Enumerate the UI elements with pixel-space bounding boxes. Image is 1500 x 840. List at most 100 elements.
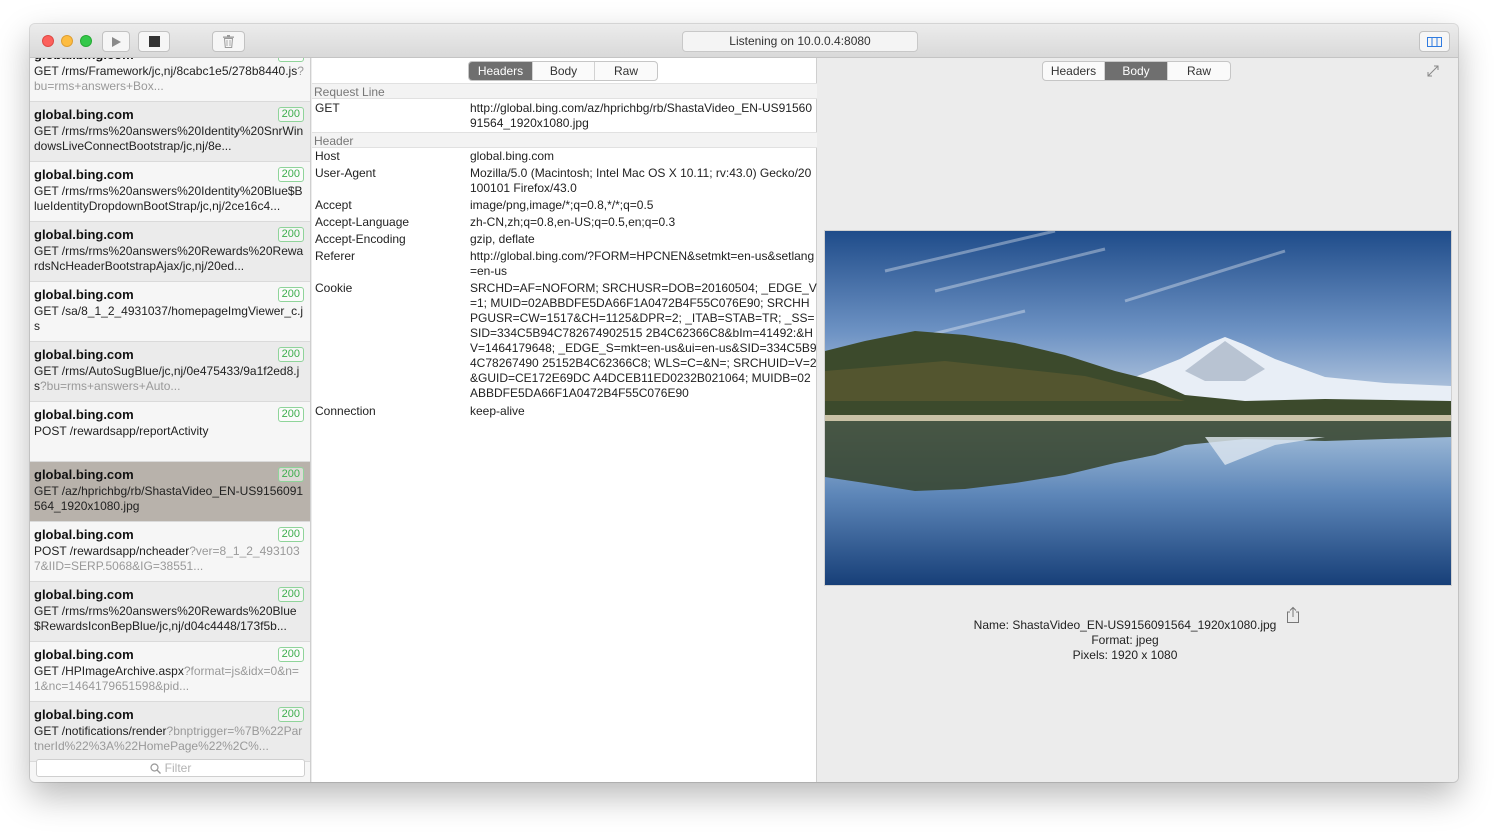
close-window-button[interactable] — [42, 35, 54, 47]
filter-input[interactable]: Filter — [36, 759, 305, 777]
app-window: Listening on 10.0.0.4:8080 global.bing.c… — [30, 24, 1458, 782]
status-badge: 200 — [277, 227, 304, 242]
status-badge: 200 — [277, 407, 304, 422]
layout-icon — [1427, 36, 1442, 47]
request-path-main: GET /rms/Framework/jc,nj/8cabc1e5/278b84… — [34, 64, 298, 78]
header-key: Connection — [315, 404, 376, 418]
request-path: GET /az/hprichbg/rb/ShastaVideo_EN-US915… — [34, 484, 305, 514]
request-path: GET /HPImageArchive.aspx?format=js&idx=0… — [34, 664, 305, 694]
request-host: global.bing.com — [34, 227, 134, 242]
request-list-item[interactable]: global.bing.com 200 GET /rms/rms%20answers… — [30, 582, 310, 642]
status-badge: 200 — [277, 527, 304, 542]
header-key: Accept-Encoding — [315, 232, 406, 246]
request-list-item[interactable]: global.bing.com 200 GET /notifications/ren… — [30, 702, 310, 762]
request-list: global.bing.com 200 GET /rms/Framework/jc,… — [30, 58, 310, 762]
header-value: http://global.bing.com/?FORM=HPCNEN&setm… — [470, 249, 815, 278]
header-key: Cookie — [315, 281, 353, 295]
request-path: POST /rewardsapp/ncheader?ver=8_1_2_4931… — [34, 544, 305, 574]
header-value: gzip, deflate — [470, 232, 535, 246]
tab-response-raw[interactable]: Raw — [1168, 62, 1230, 80]
status-badge: 200 — [277, 347, 304, 362]
request-path-main: POST /rewardsapp/reportActivity — [34, 424, 209, 438]
status-badge: 200 — [277, 647, 304, 662]
request-path-main: GET /rms/rms%20answers%20Rewards%20Rewar… — [34, 244, 304, 273]
request-path: GET /rms/Framework/jc,nj/8cabc1e5/278b84… — [34, 64, 305, 94]
request-list-item[interactable]: global.bing.com 200 POST /rewardsapp/nchea… — [30, 522, 310, 582]
request-host: global.bing.com — [34, 707, 134, 722]
request-path: GET /rms/rms%20answers%20Identity%20SnrW… — [34, 124, 305, 154]
request-list-item[interactable]: global.bing.com 200 GET /rms/rms%20answers… — [30, 222, 310, 282]
start-button[interactable] — [102, 31, 130, 52]
request-host: global.bing.com — [34, 647, 134, 662]
header-value: Mozilla/5.0 (Macintosh; Intel Mac OS X 1… — [470, 166, 812, 195]
layout-toggle-button[interactable] — [1419, 31, 1450, 52]
status-badge: 200 — [277, 467, 304, 482]
header-value: zh-CN,zh;q=0.8,en-US;q=0.5,en;q=0.3 — [470, 215, 676, 229]
request-host: global.bing.com — [34, 467, 134, 482]
response-detail-panel: Headers Body Raw Name: ShastaVideo_EN-US… — [818, 58, 1458, 782]
request-path-main: GET /HPImageArchive.aspx — [34, 664, 184, 678]
request-tabs: Headers Body Raw — [468, 61, 658, 81]
tab-request-raw[interactable]: Raw — [595, 62, 657, 80]
request-path: POST /rewardsapp/reportActivity — [34, 424, 305, 454]
play-icon — [112, 36, 121, 47]
request-path-main: GET /sa/8_1_2_4931037/homepageImgViewer_… — [34, 304, 304, 333]
stop-button[interactable] — [138, 31, 170, 52]
request-path-main: POST /rewardsapp/ncheader — [34, 544, 190, 558]
header-value: image/png,image/*;q=0.8,*/*;q=0.5 — [470, 198, 654, 212]
request-path-main: GET /rms/rms%20answers%20Rewards%20Blue$… — [34, 604, 297, 633]
clear-button[interactable] — [212, 31, 245, 52]
image-name: Name: ShastaVideo_EN-US9156091564_1920x1… — [973, 618, 1277, 632]
header-value: SRCHD=AF=NOFORM; SRCHUSR=DOB=20160504; _… — [470, 281, 817, 400]
request-path-main: GET /rms/rms%20answers%20Identity%20SnrW… — [34, 124, 304, 153]
header-key: User-Agent — [315, 166, 376, 180]
request-path-main: GET /az/hprichbg/rb/ShastaVideo_EN-US915… — [34, 484, 304, 513]
request-list-item[interactable]: global.bing.com 200 GET /rms/rms%20answers… — [30, 102, 310, 162]
search-icon — [150, 763, 161, 775]
request-list-item[interactable]: global.bing.com 200 GET /sa/8_1_2_4931037/… — [30, 282, 310, 342]
listening-status: Listening on 10.0.0.4:8080 — [682, 31, 918, 52]
image-pixels: Pixels: 1920 x 1080 — [1072, 648, 1178, 662]
share-icon[interactable] — [1285, 606, 1301, 624]
zoom-window-button[interactable] — [80, 35, 92, 47]
request-path: GET /notifications/render?bnptrigger=%7B… — [34, 724, 305, 754]
request-path: GET /rms/AutoSugBlue/jc,nj/0e475433/9a1f… — [34, 364, 305, 394]
request-list-item[interactable]: global.bing.com 200 GET /HPImageArchive.as… — [30, 642, 310, 702]
tab-request-body[interactable]: Body — [533, 62, 595, 80]
request-host: global.bing.com — [34, 347, 134, 362]
request-host: global.bing.com — [34, 587, 134, 602]
trash-icon — [223, 35, 234, 48]
request-detail-panel: Headers Body Raw Request Line GET http:/… — [312, 58, 817, 782]
minimize-window-button[interactable] — [61, 35, 73, 47]
tab-response-body[interactable]: Body — [1105, 62, 1168, 80]
request-host: global.bing.com — [34, 287, 134, 302]
request-list-panel: global.bing.com 200 GET /rms/Framework/jc,… — [30, 58, 311, 782]
request-list-item[interactable]: global.bing.com 200 GET /rms/rms%20answers… — [30, 162, 310, 222]
status-badge: 200 — [277, 167, 304, 182]
request-list-item[interactable]: global.bing.com 200 GET /rms/AutoSugBlue/j… — [30, 342, 310, 402]
request-path: GET /rms/rms%20answers%20Rewards%20Blue$… — [34, 604, 305, 634]
status-badge: 200 — [277, 287, 304, 302]
filter-placeholder: Filter — [164, 761, 192, 775]
status-badge: 200 — [277, 587, 304, 602]
request-line-section-label: Request Line — [312, 83, 817, 99]
request-path-query: ?bu=rms+answers+Auto... — [40, 379, 181, 393]
request-list-item[interactable]: global.bing.com200GET /rms/Framework/jc,… — [30, 58, 310, 102]
status-badge: 200 — [277, 707, 304, 722]
header-section-label: Header — [312, 132, 817, 148]
request-url: http://global.bing.com/az/hprichbg/rb/Sh… — [470, 101, 812, 130]
request-path: GET /rms/rms%20answers%20Identity%20Blue… — [34, 184, 305, 214]
header-key: Accept — [315, 198, 352, 212]
request-list-item[interactable]: global.bing.com 200 POST /rewardsapp/repor… — [30, 402, 310, 462]
tab-response-headers[interactable]: Headers — [1043, 62, 1105, 80]
image-format: Format: jpeg — [1091, 633, 1159, 647]
header-value: global.bing.com — [470, 149, 555, 163]
tab-request-headers[interactable]: Headers — [469, 62, 533, 80]
expand-icon[interactable] — [1426, 64, 1440, 78]
header-key: Host — [315, 149, 340, 163]
stop-icon — [148, 36, 160, 47]
header-value: keep-alive — [470, 404, 525, 418]
request-list-item[interactable]: global.bing.com 200 GET /az/hprichbg/rb/Sh… — [30, 462, 310, 522]
request-host: global.bing.com — [34, 527, 134, 542]
request-method: GET — [315, 101, 340, 115]
